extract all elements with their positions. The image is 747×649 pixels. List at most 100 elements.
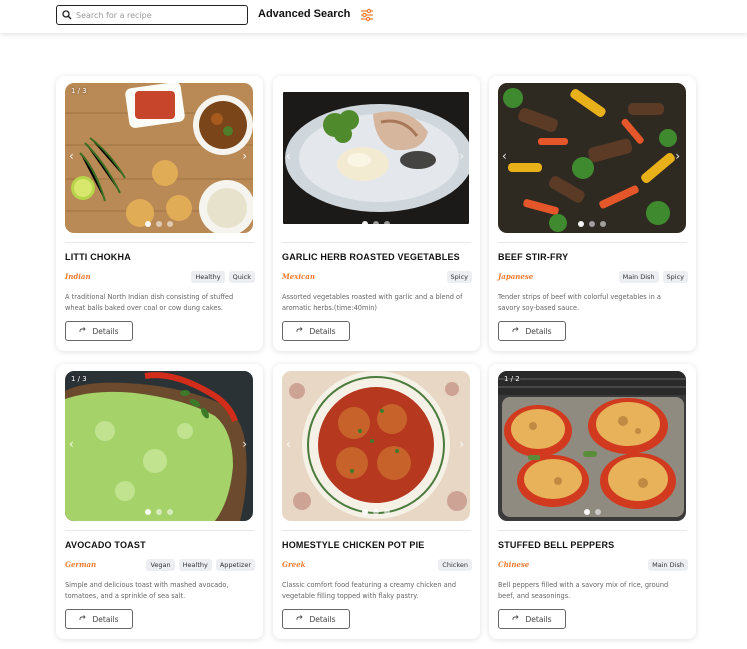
stuffed-peppers-photo	[498, 371, 686, 521]
tag-list: Healthy Quick	[191, 271, 255, 283]
details-arrow-icon	[513, 327, 520, 332]
tag-list: Main Dish Spicy	[618, 271, 688, 283]
recipe-image-carousel[interactable]: ‹ ›	[282, 83, 470, 233]
recipe-card[interactable]: ‹ › GARLIC HERB ROASTED VEGETABLES Mexic…	[273, 76, 480, 351]
next-image-button[interactable]: ›	[459, 150, 464, 162]
next-image-button[interactable]: ›	[242, 150, 247, 162]
details-button-label: Details	[525, 326, 552, 336]
divider	[282, 530, 471, 531]
carousel-dot[interactable]	[362, 221, 368, 227]
tag-badge: Main Dish	[648, 559, 688, 571]
recipe-description: Classic comfort food featuring a creamy …	[282, 581, 457, 600]
carousel-dot[interactable]	[362, 509, 368, 515]
tag-badge: Spicy	[446, 271, 472, 283]
recipe-card[interactable]: ‹ › HOMESTYLE CHICKEN POT PIE Greek Chic…	[273, 364, 480, 639]
details-button[interactable]: Details	[282, 321, 350, 341]
carousel-dots	[65, 221, 253, 227]
recipe-title: STUFFED BELL PEPPERS	[498, 540, 615, 550]
tag-badge: Appetizer	[215, 559, 255, 571]
carousel-dot[interactable]	[145, 509, 151, 515]
recipe-description: Bell peppers filled with a savory mix of…	[498, 581, 669, 600]
tag-badge: Quick	[228, 271, 255, 283]
search-input[interactable]	[76, 10, 236, 20]
divider	[498, 530, 687, 531]
tag-list: Chicken	[438, 559, 472, 571]
beef-stir-fry-photo	[498, 83, 686, 233]
recipe-image-carousel[interactable]: 1 / 3 ‹ ›	[65, 83, 253, 233]
tag-badge: Healthy	[191, 271, 225, 283]
recipe-description: Tender strips of beef with colorful vege…	[498, 293, 661, 312]
details-button[interactable]: Details	[65, 609, 133, 629]
search-icon	[62, 10, 72, 20]
details-button-label: Details	[309, 326, 336, 336]
carousel-dot[interactable]	[156, 221, 162, 227]
prev-image-button[interactable]: ‹	[69, 438, 74, 450]
details-arrow-icon	[297, 615, 304, 620]
details-button[interactable]: Details	[498, 321, 566, 341]
tag-badge: Chicken	[438, 559, 472, 571]
recipe-title: BEEF STIR-FRY	[498, 252, 569, 262]
image-counter: 1 / 3	[71, 375, 87, 383]
tag-badge: Vegan	[146, 559, 175, 571]
recipe-card[interactable]: 1 / 3 ‹ › AVOCADO TOAST German Vegan Hea…	[56, 364, 263, 639]
carousel-dot[interactable]	[583, 509, 590, 515]
recipe-title: HOMESTYLE CHICKEN POT PIE	[282, 540, 425, 550]
recipe-cuisine: Mexican	[282, 272, 315, 281]
tag-list: Vegan Healthy Appetizer	[146, 559, 255, 571]
prev-image-button[interactable]: ‹	[286, 150, 291, 162]
next-image-button[interactable]: ›	[675, 150, 680, 162]
details-button-label: Details	[92, 614, 119, 624]
carousel-dot[interactable]	[167, 221, 173, 227]
carousel-dot[interactable]	[384, 221, 390, 227]
filter-sliders-icon[interactable]	[360, 8, 374, 22]
next-image-button[interactable]: ›	[459, 438, 464, 450]
recipe-image-carousel[interactable]: 1 / 2	[498, 371, 686, 521]
carousel-dots	[282, 509, 470, 515]
carousel-dot[interactable]	[145, 221, 151, 227]
details-button[interactable]: Details	[498, 609, 566, 629]
tag-list: Spicy	[446, 271, 472, 283]
advanced-search-link[interactable]: Advanced Search	[258, 8, 350, 20]
recipe-image-carousel[interactable]: ‹ ›	[498, 83, 686, 233]
next-image-button[interactable]: ›	[242, 438, 247, 450]
chicken-pot-pie-photo	[282, 371, 470, 521]
tag-badge: Spicy	[662, 271, 688, 283]
recipe-cuisine: German	[65, 560, 97, 569]
prev-image-button[interactable]: ‹	[69, 150, 74, 162]
divider	[282, 242, 471, 243]
carousel-dot[interactable]	[384, 509, 390, 515]
carousel-dot[interactable]	[156, 509, 162, 515]
carousel-dot[interactable]	[167, 509, 173, 515]
details-button[interactable]: Details	[282, 609, 350, 629]
carousel-dot[interactable]	[373, 509, 379, 515]
carousel-dots	[498, 509, 686, 515]
recipe-title: AVOCADO TOAST	[65, 540, 146, 550]
carousel-dot[interactable]	[594, 509, 601, 515]
tag-badge: Healthy	[178, 559, 212, 571]
roasted-vegetables-photo	[283, 92, 469, 224]
carousel-dots	[282, 221, 470, 227]
carousel-dot[interactable]	[589, 221, 595, 227]
recipe-card[interactable]: ‹ › BEEF STIR-FRY Japanese Main Dish Spi…	[489, 76, 696, 351]
recipe-title: LITTI CHOKHA	[65, 252, 131, 262]
recipe-card[interactable]: 1 / 2 STUFFED BELL PEPPERS Chinese Main …	[489, 364, 696, 639]
divider	[498, 242, 687, 243]
recipe-cuisine: Chinese	[498, 560, 530, 569]
recipe-image-carousel[interactable]: 1 / 3 ‹ ›	[65, 371, 253, 521]
details-button-label: Details	[309, 614, 336, 624]
carousel-dot[interactable]	[600, 221, 606, 227]
recipe-title: GARLIC HERB ROASTED VEGETABLES	[282, 252, 460, 262]
recipe-description: Simple and delicious toast with mashed a…	[65, 581, 229, 600]
details-arrow-icon	[297, 327, 304, 332]
avocado-toast-photo	[65, 371, 253, 521]
recipe-card[interactable]: 1 / 3 ‹ › LITTI CHOKHA Indian Healthy Qu…	[56, 76, 263, 351]
recipe-image-carousel[interactable]: ‹ ›	[282, 371, 470, 521]
search-box[interactable]	[56, 5, 248, 25]
details-arrow-icon	[80, 327, 87, 332]
carousel-dot[interactable]	[373, 221, 379, 227]
carousel-dots	[498, 221, 686, 227]
details-button[interactable]: Details	[65, 321, 133, 341]
carousel-dot[interactable]	[578, 221, 584, 227]
prev-image-button[interactable]: ‹	[502, 150, 507, 162]
prev-image-button[interactable]: ‹	[286, 438, 291, 450]
